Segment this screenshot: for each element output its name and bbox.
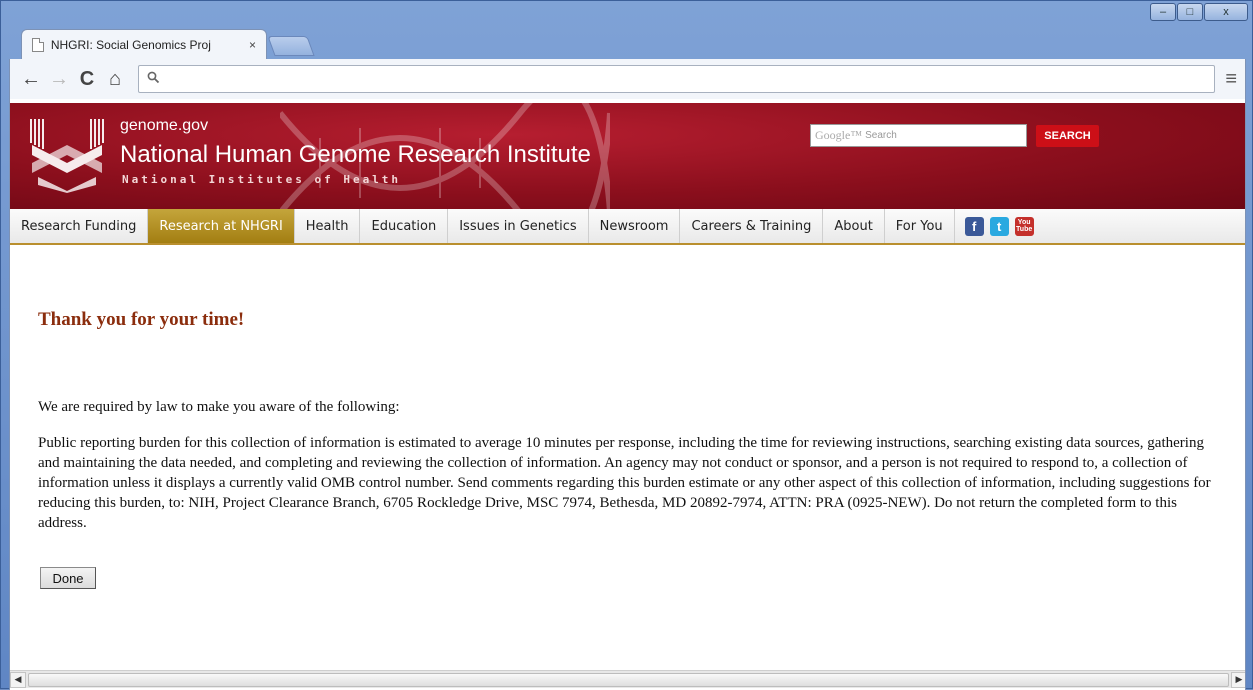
nav-research-at-nhgri[interactable]: Research at NHGRI [148,209,295,243]
nav-about[interactable]: About [823,209,885,243]
minimize-button[interactable]: – [1150,3,1176,21]
nav-research-funding[interactable]: Research Funding [10,209,149,243]
back-button[interactable]: ← [18,66,44,92]
nav-education[interactable]: Education [360,209,449,243]
google-brand: Google™ [815,128,863,142]
tab-close-icon[interactable]: × [249,38,256,52]
main-nav: Research Funding Research at NHGRI Healt… [10,209,1245,245]
youtube-icon[interactable]: You Tube [1014,216,1034,236]
search-placeholder: Search [865,130,897,141]
scroll-thumb[interactable] [28,672,1229,687]
site-title[interactable]: National Human Genome Research Institute [120,141,591,169]
burden-statement: Public reporting burden for this collect… [38,435,1211,531]
horizontal-scrollbar[interactable]: ◀ ▶ [10,670,1245,688]
nav-newsroom[interactable]: Newsroom [589,209,681,243]
address-bar[interactable] [138,65,1216,93]
twitter-icon[interactable]: t [989,216,1009,236]
site-subtitle: National Institutes of Health [122,173,402,186]
page-icon [32,37,44,52]
maximize-button[interactable]: □ [1177,3,1203,21]
page-heading: Thank you for your time! [38,309,245,330]
done-button[interactable]: Done [40,567,96,589]
youtube-label-top: You [1017,219,1031,226]
nav-for-you[interactable]: For You [885,209,955,243]
youtube-label-bottom: Tube [1016,226,1033,233]
nav-issues-in-genetics[interactable]: Issues in Genetics [448,209,589,243]
reload-button[interactable]: C [74,66,100,92]
close-window-button[interactable]: x [1204,3,1248,21]
nhgri-logo [30,119,104,193]
menu-icon[interactable]: ≡ [1225,68,1237,91]
search-button[interactable]: SEARCH [1036,125,1099,147]
tab-strip: NHGRI: Social Genomics Proj × – □ x [1,1,1253,59]
legal-intro: We are required by law to make you aware… [38,399,400,415]
new-tab-button[interactable] [267,36,315,56]
tab-title: NHGRI: Social Genomics Proj [50,37,211,52]
forward-button[interactable]: → [46,66,72,92]
site-search-input[interactable]: Google™ Search [810,124,1027,147]
window-controls: – □ x [1149,3,1248,21]
site-domain[interactable]: genome.gov [120,117,208,135]
nav-health[interactable]: Health [295,209,361,243]
page-content: Thank you for your time! We are required… [38,309,1223,589]
page-viewport: genome.gov National Human Genome Researc… [9,99,1246,690]
scroll-right-icon[interactable]: ▶ [1231,671,1245,688]
scroll-left-icon[interactable]: ◀ [10,671,26,688]
home-button[interactable]: ⌂ [102,66,128,92]
facebook-icon[interactable]: f [964,216,984,236]
browser-tab[interactable]: NHGRI: Social Genomics Proj × [21,29,267,59]
site-banner: genome.gov National Human Genome Researc… [10,103,1245,209]
browser-window: NHGRI: Social Genomics Proj × – □ x ← → … [0,0,1253,690]
nav-careers-training[interactable]: Careers & Training [680,209,824,243]
search-icon [147,71,160,87]
social-links: f t You Tube [955,209,1034,243]
browser-toolbar: ← → C ⌂ ≡ [9,59,1246,99]
